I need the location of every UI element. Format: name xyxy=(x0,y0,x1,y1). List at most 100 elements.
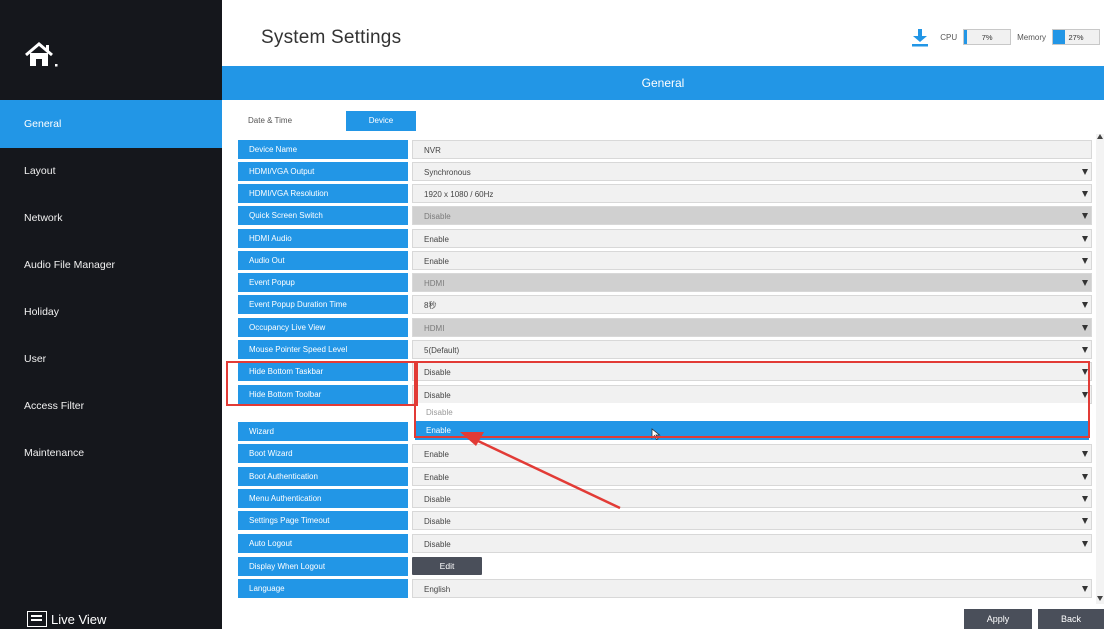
dropdown-option-disable[interactable]: Disable xyxy=(415,403,1089,422)
live-view-label: Live View xyxy=(51,611,107,627)
boot-authentication-label: Boot Authentication xyxy=(238,467,408,486)
auto-logout-value: Disable xyxy=(424,540,451,549)
quick-screen-switch-select[interactable]: Disable xyxy=(412,206,1092,225)
sidebar-item-holiday[interactable]: Holiday xyxy=(0,288,222,336)
event-popup-duration-time-select[interactable]: 8秒 xyxy=(412,295,1092,314)
language-select[interactable]: English xyxy=(412,579,1092,598)
boot-wizard-label: Boot Wizard xyxy=(238,444,408,463)
dropdown-arrow-icon[interactable] xyxy=(1082,586,1088,592)
hdmi-vga-resolution-select[interactable]: 1920 x 1080 / 60Hz xyxy=(412,184,1092,203)
boot-wizard-value: Enable xyxy=(424,450,449,459)
dropdown-option-enable[interactable]: Enable xyxy=(415,421,1089,440)
menu-authentication-value: Disable xyxy=(424,495,451,504)
event-popup-duration-time-label: Event Popup Duration Time xyxy=(238,295,408,314)
dropdown-arrow-icon[interactable] xyxy=(1082,169,1088,175)
sidebar-item-maintenance[interactable]: Maintenance xyxy=(0,429,222,477)
dropdown-arrow-icon[interactable] xyxy=(1082,541,1088,547)
occupancy-live-view-value: HDMI xyxy=(424,324,445,333)
boot-wizard-select[interactable]: Enable xyxy=(412,444,1092,463)
dropdown-arrow-icon[interactable] xyxy=(1082,236,1088,242)
memory-usage-bar: 27% xyxy=(1052,29,1100,45)
dropdown-arrow-icon[interactable] xyxy=(1082,325,1088,331)
device-name-input[interactable]: NVR xyxy=(412,140,1092,159)
display-when-logout-edit-button[interactable]: Edit xyxy=(412,557,482,575)
hdmi-vga-output-value: Synchronous xyxy=(424,168,471,177)
event-popup-select[interactable]: HDMI xyxy=(412,273,1092,292)
mouse-pointer-speed-level-select[interactable]: 5(Default) xyxy=(412,340,1092,359)
scroll-down-icon[interactable] xyxy=(1097,596,1103,601)
dropdown-arrow-icon[interactable] xyxy=(1082,392,1088,398)
event-popup-value: HDMI xyxy=(424,279,445,288)
sidebar-item-network[interactable]: Network xyxy=(0,194,222,242)
hide-bottom-taskbar-label: Hide Bottom Taskbar xyxy=(238,362,408,381)
download-icon[interactable] xyxy=(910,27,930,47)
event-popup-label: Event Popup xyxy=(238,273,408,292)
sidebar-item-user[interactable]: User xyxy=(0,335,222,383)
auto-logout-select[interactable]: Disable xyxy=(412,534,1092,553)
occupancy-live-view-label: Occupancy Live View xyxy=(238,318,408,337)
live-view-icon xyxy=(27,611,47,627)
occupancy-live-view-select[interactable]: HDMI xyxy=(412,318,1092,337)
dropdown-arrow-icon[interactable] xyxy=(1082,347,1088,353)
cpu-usage-bar: 7% xyxy=(963,29,1012,45)
cpu-usage-fill xyxy=(964,30,968,44)
hide-bottom-toolbar-select[interactable]: Disable xyxy=(412,385,1092,404)
hide-bottom-toolbar-label: Hide Bottom Toolbar xyxy=(238,385,408,404)
audio-out-select[interactable]: Enable xyxy=(412,251,1092,270)
dropdown-arrow-icon[interactable] xyxy=(1082,213,1088,219)
language-value: English xyxy=(424,585,451,594)
tab-date-time[interactable]: Date & Time xyxy=(238,111,338,131)
hdmi-vga-output-select[interactable]: Synchronous xyxy=(412,162,1092,181)
scroll-up-icon[interactable] xyxy=(1097,134,1103,139)
hide-bottom-taskbar-select[interactable]: Disable xyxy=(412,362,1092,381)
memory-label: Memory xyxy=(1017,32,1046,42)
dropdown-arrow-icon[interactable] xyxy=(1082,518,1088,524)
dropdown-arrow-icon[interactable] xyxy=(1082,191,1088,197)
hdmi-audio-select[interactable]: Enable xyxy=(412,229,1092,248)
hdmi-vga-resolution-label: HDMI/VGA Resolution xyxy=(238,184,408,203)
menu-authentication-select[interactable]: Disable xyxy=(412,489,1092,508)
device-name-value: NVR xyxy=(424,146,441,155)
hdmi-audio-label: HDMI Audio xyxy=(238,229,408,248)
menu-authentication-label: Menu Authentication xyxy=(238,489,408,508)
hdmi-vga-output-label: HDMI/VGA Output xyxy=(238,162,408,181)
settings-scrollbar[interactable] xyxy=(1096,134,1104,604)
cpu-value: 7% xyxy=(981,32,993,42)
hdmi-audio-value: Enable xyxy=(424,235,449,244)
audio-out-value: Enable xyxy=(424,257,449,266)
hide-bottom-toolbar-value: Disable xyxy=(424,391,451,400)
live-view-button[interactable]: Live View xyxy=(27,610,106,628)
tab-device[interactable]: Device xyxy=(346,111,416,131)
quick-screen-switch-value: Disable xyxy=(424,212,451,221)
dropdown-arrow-icon[interactable] xyxy=(1082,474,1088,480)
apply-button[interactable]: Apply xyxy=(964,609,1032,629)
boot-authentication-select[interactable]: Enable xyxy=(412,467,1092,486)
settings-page-timeout-value: Disable xyxy=(424,517,451,526)
device-name-label: Device Name xyxy=(238,140,408,159)
resource-stats: CPU 7% Memory 27% xyxy=(910,27,1100,47)
dropdown-arrow-icon[interactable] xyxy=(1082,258,1088,264)
home-icon[interactable] xyxy=(22,40,62,70)
system-settings-screen: General Layout Network Audio File Manager Ho… xyxy=(0,0,1104,629)
sidebar-item-general[interactable]: General xyxy=(0,100,222,148)
sidebar-item-access-filter[interactable]: Access Filter xyxy=(0,382,222,430)
dropdown-arrow-icon[interactable] xyxy=(1082,496,1088,502)
dropdown-arrow-icon[interactable] xyxy=(1082,280,1088,286)
cpu-label: CPU xyxy=(940,32,958,42)
auto-logout-label: Auto Logout xyxy=(238,534,408,553)
sidebar: General Layout Network Audio File Manager Ho… xyxy=(0,0,222,629)
dropdown-arrow-icon[interactable] xyxy=(1082,302,1088,308)
dropdown-arrow-icon[interactable] xyxy=(1082,369,1088,375)
hdmi-vga-resolution-value: 1920 x 1080 / 60Hz xyxy=(424,190,494,199)
mouse-pointer-speed-level-label: Mouse Pointer Speed Level xyxy=(238,340,408,359)
dropdown-arrow-icon[interactable] xyxy=(1082,451,1088,457)
mouse-pointer-speed-level-value: 5(Default) xyxy=(424,346,460,355)
language-label: Language xyxy=(238,579,408,598)
sidebar-item-layout[interactable]: Layout xyxy=(0,147,222,195)
back-button[interactable]: Back xyxy=(1038,609,1104,629)
memory-usage-fill xyxy=(1053,30,1066,44)
sidebar-item-audio-file-manager[interactable]: Audio File Manager xyxy=(0,241,222,289)
boot-authentication-value: Enable xyxy=(424,473,449,482)
settings-page-timeout-select[interactable]: Disable xyxy=(412,511,1092,530)
settings-page-timeout-label: Settings Page Timeout xyxy=(238,511,408,530)
